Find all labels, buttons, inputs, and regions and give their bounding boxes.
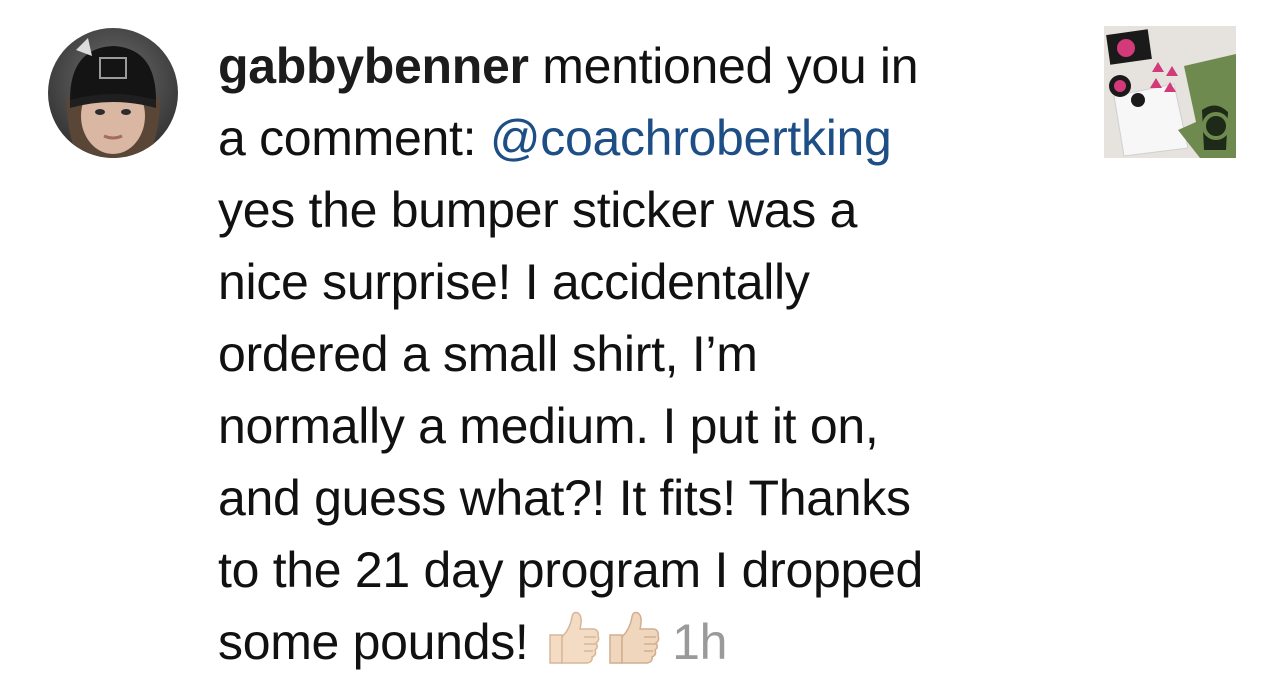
comment-line: nice surprise! I accidentally bbox=[218, 254, 810, 310]
notification-text: gabbybenner mentioned you in a comment: … bbox=[218, 30, 1088, 678]
comment-last-line: some pounds! 1h bbox=[218, 606, 1088, 678]
thumbs-up-icon bbox=[542, 607, 602, 667]
comment-line: ordered a small shirt, I’m bbox=[218, 326, 758, 382]
action-text-cont: a comment: bbox=[218, 110, 490, 166]
user-avatar[interactable] bbox=[48, 28, 178, 158]
text-line-2: a comment: @coachrobertking bbox=[218, 102, 1088, 174]
comment-line: normally a medium. I put it on, bbox=[218, 398, 879, 454]
comment-line: and guess what?! It fits! Thanks bbox=[218, 470, 911, 526]
comment-line: yes the bumper sticker was a bbox=[218, 182, 858, 238]
username-link[interactable]: gabbybenner bbox=[218, 38, 529, 94]
comment-line: some pounds! bbox=[218, 614, 543, 670]
comment-line: to the 21 day program I dropped bbox=[218, 542, 924, 598]
post-thumbnail[interactable] bbox=[1104, 26, 1236, 158]
text-line-1: gabbybenner mentioned you in bbox=[218, 30, 1088, 102]
timestamp: 1h bbox=[672, 614, 728, 670]
mention-link[interactable]: @coachrobertking bbox=[490, 110, 892, 166]
thumbs-up-icon bbox=[602, 607, 662, 667]
action-text: mentioned you in bbox=[528, 38, 919, 94]
mention-notification[interactable]: gabbybenner mentioned you in a comment: … bbox=[0, 0, 1284, 682]
